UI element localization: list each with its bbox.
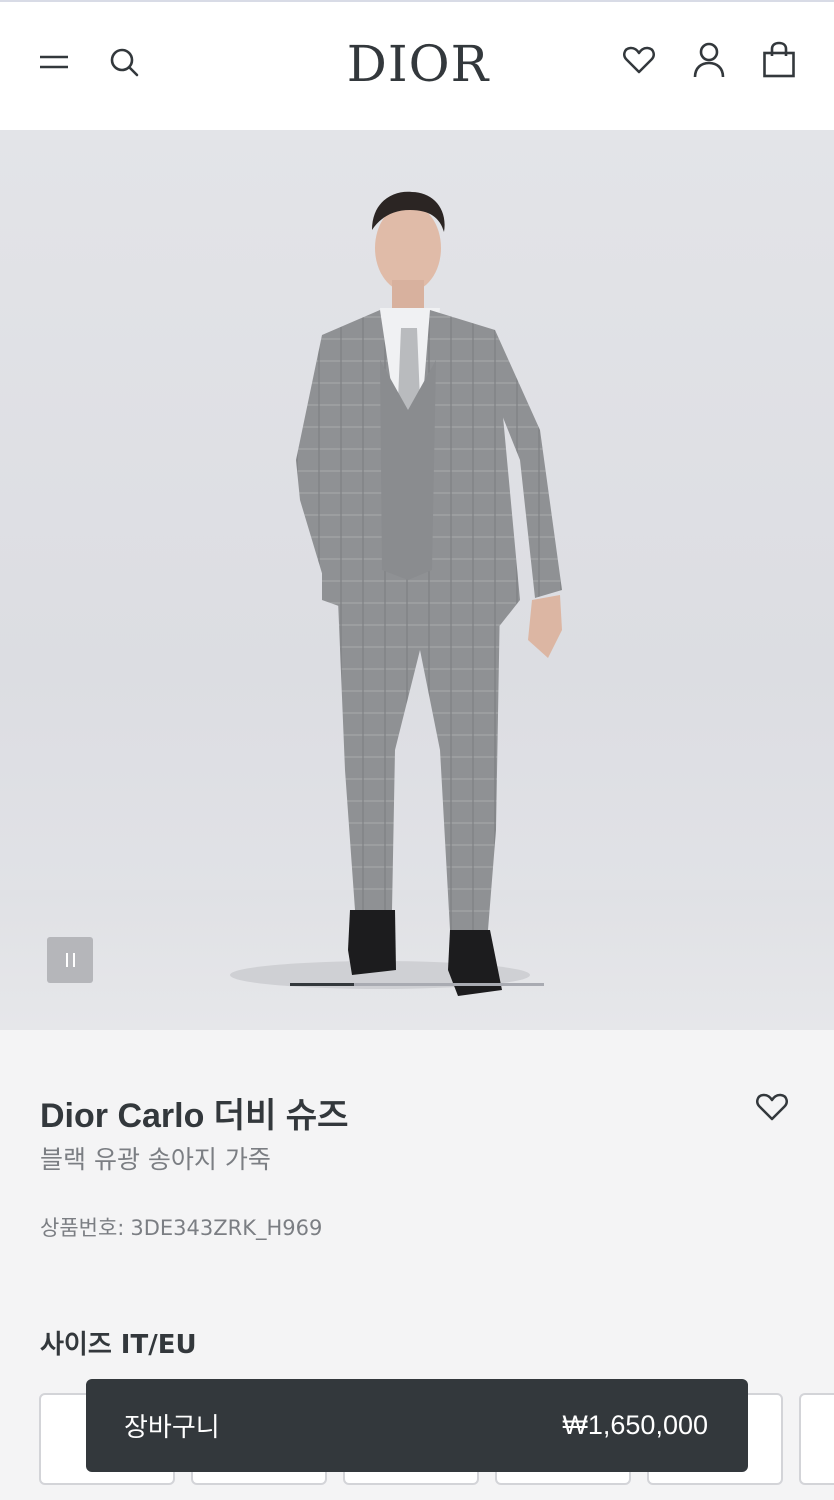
account-button[interactable] bbox=[687, 38, 731, 82]
product-subtitle: 블랙 유광 송아지 가죽 bbox=[40, 1145, 271, 1174]
gallery-progress-fill bbox=[290, 983, 354, 986]
cart-price: ₩1,650,000 bbox=[562, 1410, 708, 1440]
search-icon bbox=[110, 48, 139, 77]
product-model-image bbox=[230, 191, 562, 996]
sku-label: 상품번호: bbox=[40, 1216, 125, 1240]
pause-button[interactable] bbox=[47, 937, 93, 983]
site-header: DIOR bbox=[0, 2, 834, 130]
dior-logo[interactable]: DIOR bbox=[338, 36, 498, 92]
shopping-bag-icon bbox=[763, 41, 795, 78]
size-option[interactable] bbox=[799, 1393, 834, 1485]
search-button[interactable] bbox=[102, 40, 146, 84]
heart-icon bbox=[756, 1093, 788, 1121]
product-image-gallery[interactable] bbox=[0, 130, 834, 1030]
product-wishlist-button[interactable] bbox=[750, 1085, 794, 1129]
product-title: Dior Carlo 더비 슈즈 bbox=[40, 1097, 349, 1135]
sku-value: 3DE343ZRK_H969 bbox=[130, 1216, 323, 1240]
user-icon bbox=[693, 42, 725, 78]
product-sku: 상품번호: 3DE343ZRK_H969 bbox=[40, 1212, 322, 1242]
shopping-bag-button[interactable] bbox=[757, 38, 801, 82]
pause-icon bbox=[65, 953, 68, 967]
size-section-label: 사이즈 IT/EU bbox=[40, 1330, 197, 1360]
gallery-progress-bar bbox=[290, 983, 544, 986]
menu-icon bbox=[40, 55, 68, 69]
wishlist-button[interactable] bbox=[617, 38, 661, 82]
add-to-cart-button[interactable]: 장바구니 ₩1,650,000 bbox=[86, 1379, 748, 1472]
cart-label: 장바구니 bbox=[124, 1413, 220, 1443]
heart-icon bbox=[623, 46, 655, 74]
menu-button[interactable] bbox=[32, 40, 76, 84]
